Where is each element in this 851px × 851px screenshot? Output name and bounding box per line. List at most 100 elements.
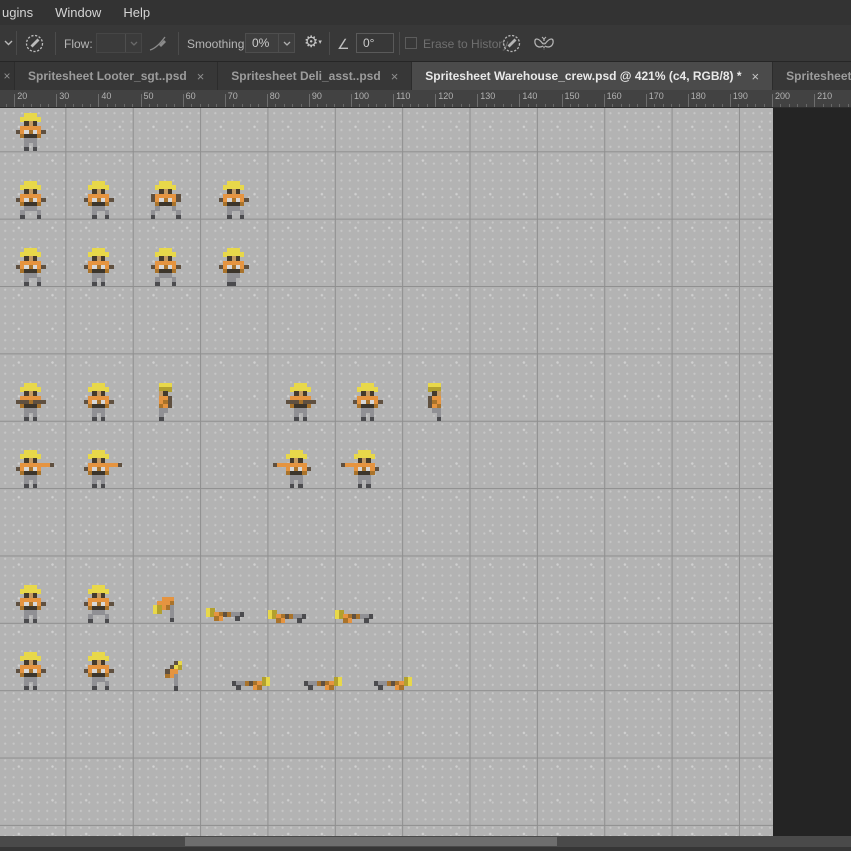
ruler-tick-minor bbox=[738, 104, 740, 107]
chevron-down-icon bbox=[125, 34, 141, 52]
ruler-label: 80 bbox=[269, 91, 280, 101]
ruler-tick-minor bbox=[847, 104, 849, 107]
ruler-label: 40 bbox=[101, 91, 112, 101]
ruler-tick-major bbox=[308, 94, 310, 107]
document-tab-bar: × Spritesheet Looter_sgt..psd × Spritesheet… bbox=[0, 62, 851, 90]
ruler-tick-minor bbox=[334, 104, 336, 107]
menu-bar: ugins Window Help bbox=[0, 0, 851, 25]
horizontal-ruler: 20 30 40 50 60 70 80 90 100 110 120 130 140 150 160 170… bbox=[0, 90, 851, 108]
smoothing-value: 0% bbox=[252, 36, 270, 50]
paint-symmetry-button[interactable] bbox=[533, 33, 555, 54]
ruler-tick-major bbox=[182, 94, 184, 107]
close-icon[interactable]: × bbox=[391, 69, 399, 84]
ruler-tick-minor bbox=[47, 104, 49, 107]
ruler-label: 100 bbox=[354, 91, 370, 101]
ruler-tick-major bbox=[687, 94, 689, 107]
ruler-tick-minor bbox=[544, 104, 546, 107]
ruler-tick-minor bbox=[376, 104, 378, 107]
ruler-tick-minor bbox=[612, 104, 613, 107]
document-tab-2[interactable]: Spritesheet Warehouse_crew.psd @ 421% (c… bbox=[412, 62, 773, 90]
window-bottom-edge bbox=[0, 847, 851, 851]
ruler-tick-minor bbox=[283, 104, 285, 107]
ruler-label: 140 bbox=[522, 91, 538, 101]
ruler-tick-minor bbox=[805, 104, 807, 107]
tool-options-bar: Flow: Smoothing: 0% ⚙▾ ∠ 0° Erase to His… bbox=[0, 25, 851, 62]
ruler-tick-minor bbox=[637, 104, 639, 107]
canvas-area[interactable] bbox=[0, 108, 773, 836]
ruler-tick-minor bbox=[22, 104, 24, 107]
ruler-tick-major bbox=[814, 94, 816, 107]
ruler-tick-minor bbox=[662, 104, 664, 107]
ruler-label: 60 bbox=[185, 91, 196, 101]
flow-combo[interactable] bbox=[96, 33, 142, 53]
ruler-tick-minor bbox=[73, 104, 75, 107]
airbrush-icon bbox=[24, 33, 45, 54]
ruler-tick-minor bbox=[468, 104, 470, 107]
close-icon[interactable]: × bbox=[197, 69, 205, 84]
ruler-tick-major bbox=[603, 94, 605, 107]
erase-to-history-checkbox[interactable] bbox=[405, 37, 417, 49]
ruler-tick-minor bbox=[258, 104, 260, 107]
ruler-tick-major bbox=[56, 94, 58, 107]
airbrush-pressure-button[interactable] bbox=[501, 33, 522, 54]
airbrush-pressure-icon bbox=[501, 33, 522, 54]
ruler-tick-minor bbox=[780, 104, 782, 107]
ruler-tick-minor bbox=[755, 104, 757, 107]
pressure-opacity-button[interactable] bbox=[148, 34, 168, 54]
ruler-tick-minor bbox=[704, 104, 706, 107]
ruler-label: 30 bbox=[59, 91, 70, 101]
ruler-label: 110 bbox=[396, 91, 411, 101]
ruler-tick-minor bbox=[713, 104, 715, 107]
ruler-tick-minor bbox=[300, 104, 302, 107]
menu-item-window[interactable]: Window bbox=[44, 0, 112, 25]
ruler-tick-minor bbox=[207, 104, 209, 107]
ruler-tick-minor bbox=[199, 104, 201, 107]
horizontal-scrollbar-thumb[interactable] bbox=[185, 837, 557, 846]
document-tab-0[interactable]: Spritesheet Looter_sgt..psd × bbox=[15, 62, 218, 90]
brush-angle-value: 0° bbox=[363, 36, 375, 50]
ruler-tick-major bbox=[393, 94, 395, 107]
tab-close-partial[interactable]: × bbox=[0, 62, 14, 90]
ruler-tick-minor bbox=[460, 104, 462, 107]
horizontal-scrollbar-track[interactable] bbox=[0, 836, 851, 847]
ruler-tick-minor bbox=[485, 104, 487, 107]
ruler-tick-minor bbox=[578, 104, 580, 107]
document-tab-3[interactable]: Spritesheet Tech_asst..psd× bbox=[773, 62, 851, 90]
ruler-tick-major bbox=[140, 94, 142, 107]
ruler-tick-minor bbox=[359, 104, 361, 107]
smoothing-options-button[interactable]: ⚙▾ bbox=[304, 33, 322, 53]
airbrush-toggle-button[interactable] bbox=[24, 33, 45, 54]
ruler-tick-major bbox=[477, 94, 479, 107]
ruler-tick-major bbox=[561, 94, 563, 107]
smoothing-label: Smoothing: bbox=[187, 37, 248, 51]
ruler-tick-minor bbox=[696, 104, 698, 107]
ruler-label: 200 bbox=[775, 91, 791, 101]
caret-down-icon: ▾ bbox=[318, 39, 322, 46]
menu-item-ugins[interactable]: ugins bbox=[0, 0, 44, 25]
ruler-tick-minor bbox=[275, 104, 277, 107]
toolbar-separator bbox=[55, 32, 56, 55]
ruler-tick-minor bbox=[595, 104, 597, 107]
ruler-tick-minor bbox=[64, 104, 66, 107]
ruler-tick-minor bbox=[527, 104, 529, 107]
toolbar-separator bbox=[399, 32, 400, 55]
smoothing-combo[interactable]: 0% bbox=[245, 33, 295, 53]
menu-item-help[interactable]: Help bbox=[112, 0, 161, 25]
document-viewport bbox=[0, 108, 851, 836]
ruler-tick-minor bbox=[191, 104, 192, 107]
ruler-tick-major bbox=[266, 94, 268, 107]
brush-angle-field[interactable]: 0° bbox=[356, 33, 394, 53]
toolbar-separator bbox=[329, 32, 330, 55]
erase-to-history-label: Erase to History bbox=[423, 37, 509, 51]
close-icon[interactable]: × bbox=[752, 69, 760, 84]
chevron-down-icon bbox=[4, 40, 13, 46]
ruler-tick-minor bbox=[233, 104, 235, 107]
ruler-tick-minor bbox=[671, 104, 672, 107]
ruler-tick-minor bbox=[452, 104, 454, 107]
brush-preset-dropdown[interactable] bbox=[0, 31, 17, 55]
ruler-tick-minor bbox=[797, 104, 799, 107]
document-tab-1[interactable]: Spritesheet Deli_asst..psd × bbox=[218, 62, 412, 90]
ruler-label: 180 bbox=[690, 91, 706, 101]
ruler-tick-minor bbox=[241, 104, 243, 107]
ruler-tick-minor bbox=[586, 104, 588, 107]
